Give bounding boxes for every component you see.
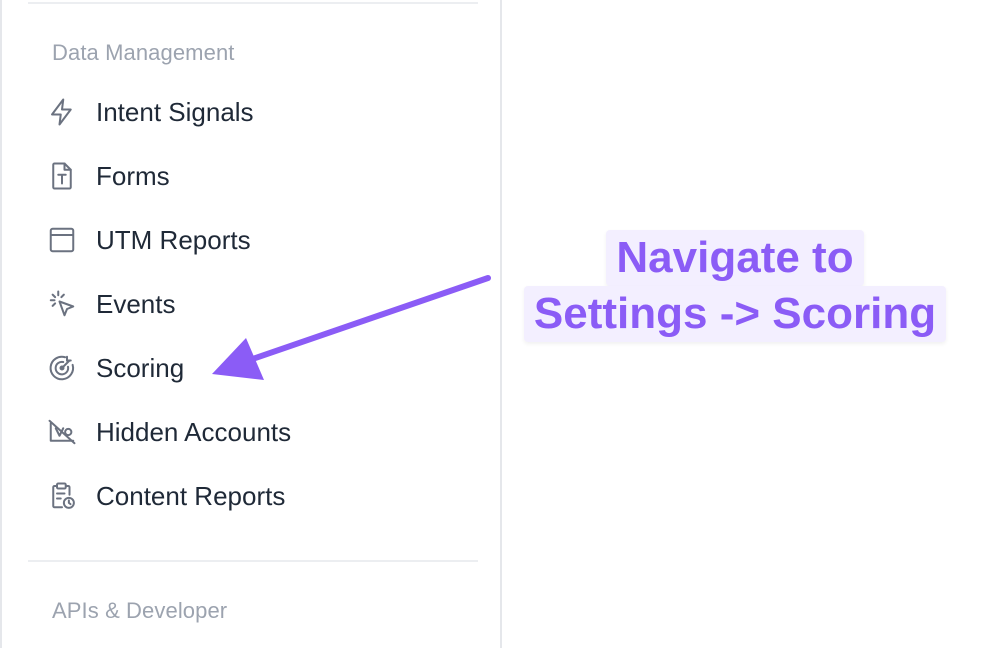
sidebar-item-label: Hidden Accounts [96,416,292,447]
sidebar-item-utm-reports[interactable]: UTM Reports [44,216,474,264]
lightning-icon [44,94,80,130]
clipboard-clock-icon [44,478,80,514]
section-title-apis-developer: APIs & Developer [52,598,228,623]
sidebar-item-label: Intent Signals [96,96,254,127]
sidebar-item-intent-signals[interactable]: Intent Signals [44,88,474,136]
annotation-line-1: Navigate to [606,230,864,286]
hidden-view-icon [44,414,80,450]
section-title-data-management: Data Management [52,40,235,65]
annotation-line-2: Settings -> Scoring [523,286,947,342]
sidebar-item-content-reports[interactable]: Content Reports [44,472,474,520]
target-icon [44,350,80,386]
sidebar-item-label: UTM Reports [96,224,251,255]
sidebar-item-label: Events [96,288,176,319]
sidebar-item-events[interactable]: Events [44,280,474,328]
settings-sidebar: Data Management Intent Signals Forms UTM… [2,0,500,648]
text-document-icon [44,158,80,194]
divider [28,560,478,562]
sidebar-item-scoring[interactable]: Scoring [44,344,474,392]
sidebar-item-label: Scoring [96,352,185,383]
sidebar-item-label: Content Reports [96,480,286,511]
sidebar-item-hidden-accounts[interactable]: Hidden Accounts [44,408,474,456]
sidebar-item-label: Forms [96,160,170,191]
cursor-click-icon [44,286,80,322]
annotation-callout: Navigate to Settings -> Scoring [505,230,965,342]
sidebar-border [500,0,502,648]
browser-window-icon [44,222,80,258]
sidebar-item-forms[interactable]: Forms [44,152,474,200]
divider [28,2,478,4]
